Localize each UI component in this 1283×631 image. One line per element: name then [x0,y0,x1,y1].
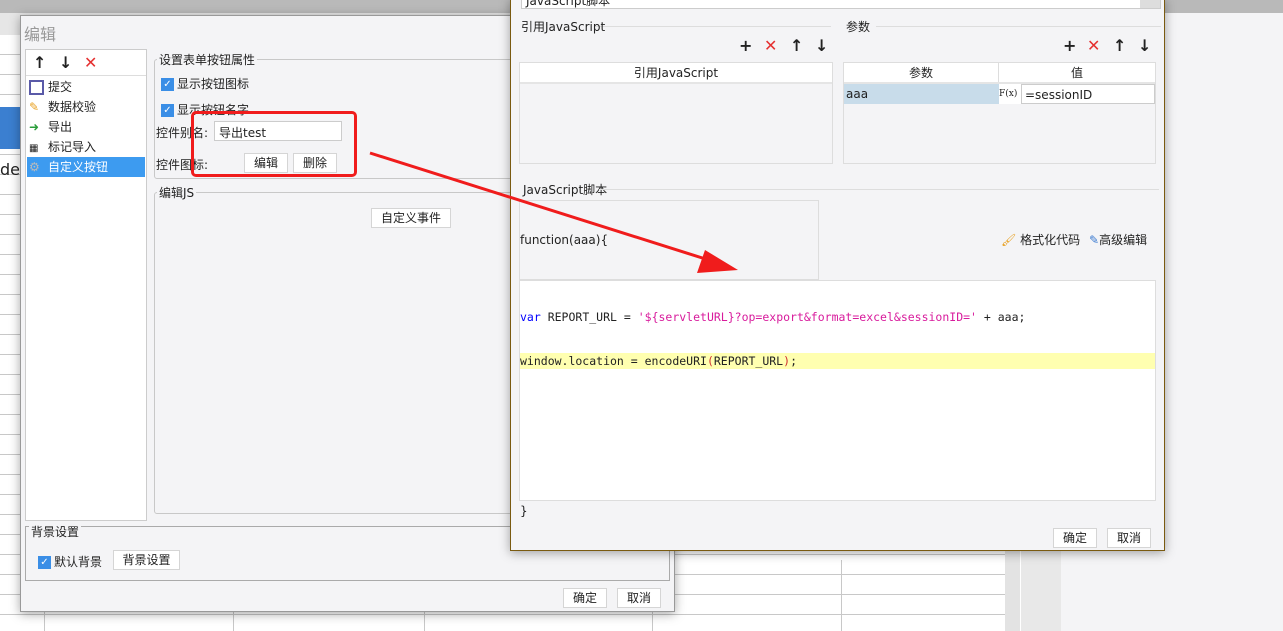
annotation-arrow [369,151,738,273]
